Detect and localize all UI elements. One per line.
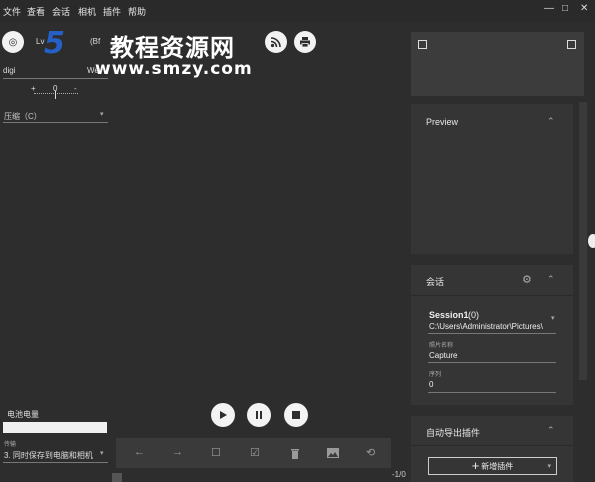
menu-plugins[interactable]: 插件 xyxy=(103,5,121,18)
gear-icon[interactable]: ⚙ xyxy=(522,273,532,286)
sequence-input[interactable]: 0 xyxy=(429,380,433,389)
add-plugin-label: 新增插件 xyxy=(481,461,514,471)
session-title: 会话 xyxy=(426,277,445,287)
photo-name-underline xyxy=(428,362,556,363)
digi-label: digi xyxy=(3,66,16,75)
plugin-divider xyxy=(411,445,573,446)
close-button[interactable]: ✕ xyxy=(580,3,588,14)
ruler-marker xyxy=(55,91,56,99)
ruler-plus: + xyxy=(31,84,36,93)
session-count: (0) xyxy=(468,310,479,320)
compression-select[interactable] xyxy=(3,122,108,123)
battery-bar xyxy=(3,422,107,433)
menu-help[interactable]: 帮助 xyxy=(128,5,146,18)
pause-icon[interactable] xyxy=(247,403,271,427)
plus-icon: + xyxy=(471,458,480,473)
rss-icon[interactable] xyxy=(265,31,287,53)
aperture-icon[interactable]: ◎ xyxy=(2,31,24,53)
checkbox-icon[interactable]: ☑ xyxy=(250,446,260,459)
transfer-label: 传输 xyxy=(4,442,17,448)
trash-icon[interactable] xyxy=(290,448,300,461)
thumb-left-checkbox[interactable] xyxy=(418,40,427,49)
bf-label: (Bf xyxy=(90,37,101,46)
session-dropdown-arrow[interactable]: ▾ xyxy=(551,314,555,322)
image-counter: -1/0 xyxy=(392,470,406,479)
menu-bar: 文件 查看 会话 相机 插件 帮助 — □ ✕ xyxy=(0,0,595,22)
thumbnail-panel xyxy=(411,32,584,96)
left-scroll-button[interactable] xyxy=(112,473,122,482)
sequence-label: 序列 xyxy=(429,372,442,378)
menu-camera[interactable]: 相机 xyxy=(78,5,96,18)
session-name[interactable]: Session1 xyxy=(429,310,469,320)
maximize-button[interactable]: □ xyxy=(562,3,568,14)
ruler-minus: - xyxy=(74,84,77,93)
chevron-up-icon[interactable]: ⌃ xyxy=(547,116,555,127)
add-plugin-button[interactable]: + 新增插件 ▾ xyxy=(428,457,557,475)
session-divider xyxy=(411,295,573,296)
session-select[interactable] xyxy=(428,333,556,334)
minimize-button[interactable]: — xyxy=(544,3,554,14)
menu-view[interactable]: 查看 xyxy=(27,5,45,18)
transfer-select[interactable] xyxy=(3,462,108,463)
watermark-logo: 5 xyxy=(44,26,65,61)
chevron-up-icon[interactable]: ⌃ xyxy=(547,425,555,436)
thumb-right-checkbox[interactable] xyxy=(567,40,576,49)
compression-label: 压缩（C） xyxy=(4,112,42,121)
arrow-right-icon[interactable]: → xyxy=(172,446,183,458)
preview-title: Preview xyxy=(426,117,459,127)
sequence-underline xyxy=(428,392,556,393)
printer-icon[interactable] xyxy=(294,31,316,53)
photo-name-input[interactable]: Capture xyxy=(429,351,457,360)
history-icon[interactable]: ⟲ xyxy=(366,446,375,459)
menu-session[interactable]: 会话 xyxy=(52,5,70,18)
exposure-ruler[interactable] xyxy=(34,93,78,100)
scrollbar-track[interactable] xyxy=(579,102,587,380)
transfer-value[interactable]: 3. 同时保存到电脑和相机 xyxy=(4,450,93,461)
watermark-brand: 教程资源网 xyxy=(110,34,235,62)
session-path[interactable]: C:\Users\Administrator\Pictures\ xyxy=(429,322,543,331)
watermark-url: www.smzy.com xyxy=(95,59,253,79)
image-icon[interactable] xyxy=(327,448,339,460)
scroll-handle[interactable] xyxy=(588,234,595,248)
compression-dropdown-arrow[interactable]: ▾ xyxy=(100,110,104,118)
battery-label: 电池电量 xyxy=(7,410,39,419)
arrow-left-icon[interactable]: ← xyxy=(134,446,145,458)
transfer-dropdown-arrow[interactable]: ▾ xyxy=(100,449,104,457)
chevron-up-icon[interactable]: ⌃ xyxy=(547,274,555,285)
we-label: We xyxy=(87,66,99,75)
play-icon[interactable] xyxy=(211,403,235,427)
left-divider xyxy=(3,78,108,79)
chevron-down-icon: ▾ xyxy=(547,463,551,470)
photo-name-label: 照片名称 xyxy=(429,343,454,349)
square-icon[interactable]: ☐ xyxy=(211,446,221,459)
plugin-title: 自动导出插件 xyxy=(426,428,481,438)
menu-file[interactable]: 文件 xyxy=(3,5,21,18)
stop-icon[interactable] xyxy=(284,403,308,427)
